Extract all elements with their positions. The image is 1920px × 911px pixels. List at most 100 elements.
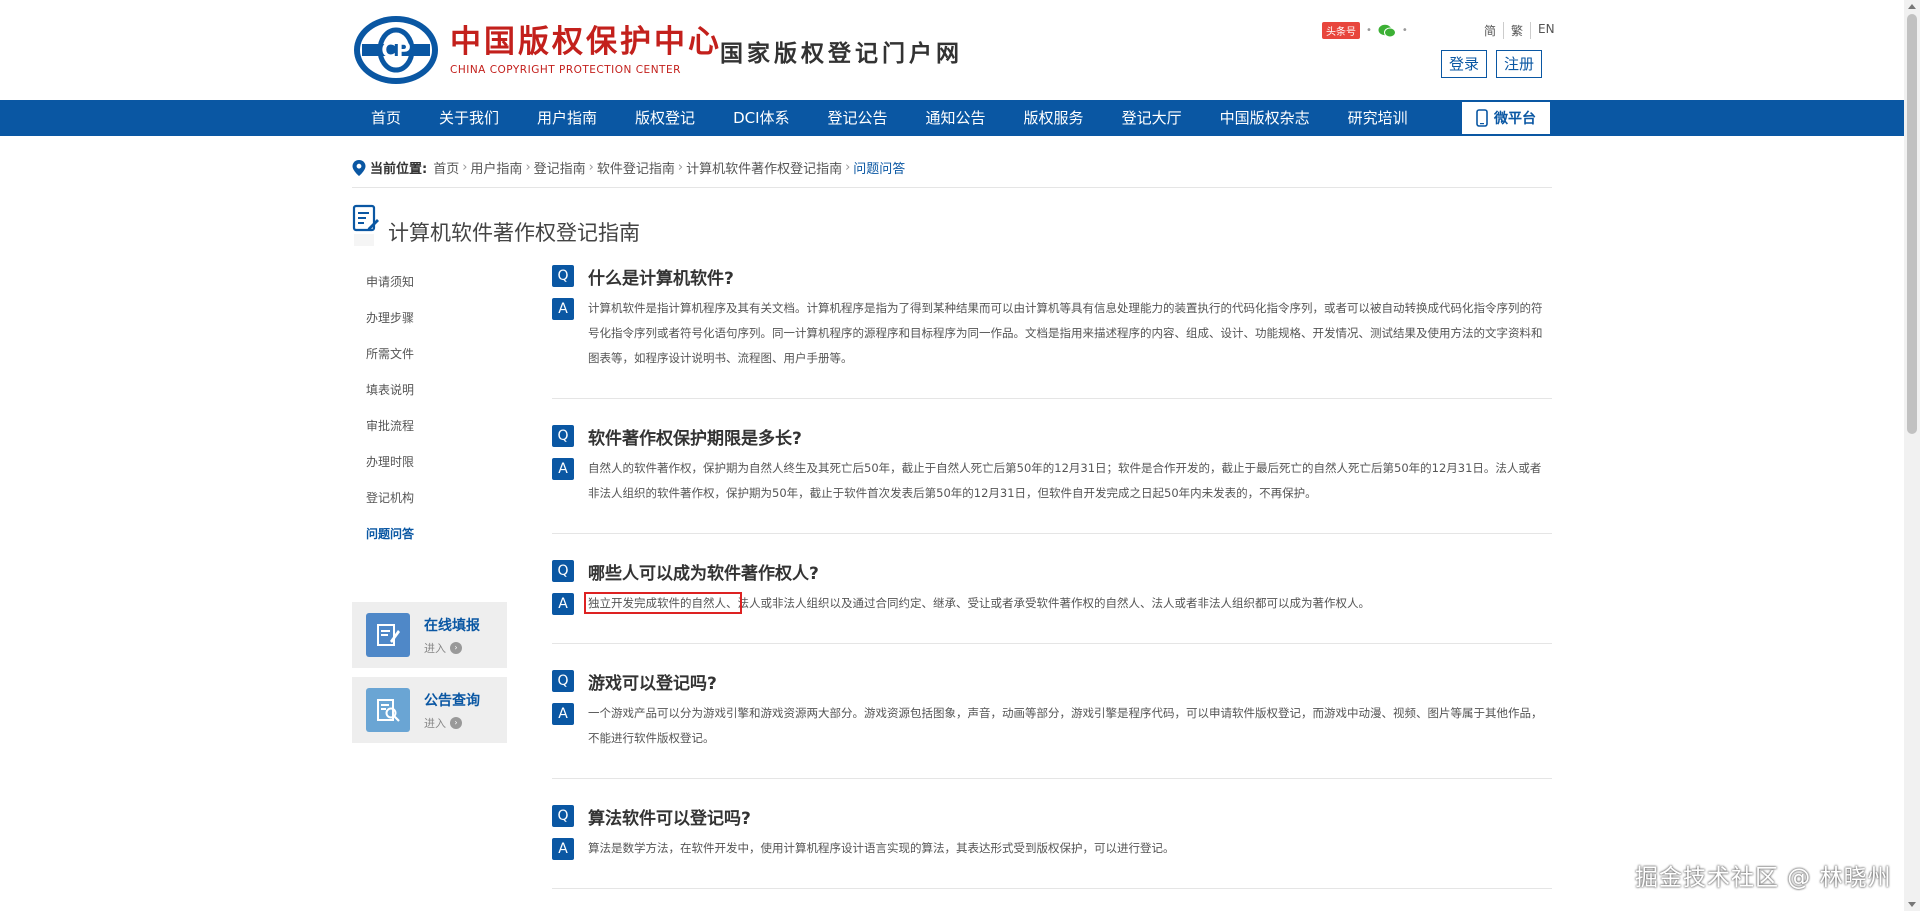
announcement-query-card[interactable]: 公告查询 进入 › (352, 677, 507, 743)
sidebar-item-approval[interactable]: 审批流程 (352, 414, 512, 450)
nav-registration[interactable]: 版权登记 (616, 100, 714, 136)
answer-text: 独立开发完成软件的自然人、法人或非法人组织以及通过合同约定、继承、受让或者承受软… (584, 591, 1552, 616)
nav-magazine[interactable]: 中国版权杂志 (1201, 100, 1329, 136)
divider (552, 888, 1552, 889)
divider (552, 398, 1552, 399)
login-button[interactable]: 登录 (1441, 50, 1488, 78)
lang-simplified[interactable]: 简 (1477, 22, 1503, 39)
chevron-right-icon: › (845, 160, 851, 175)
answer-text: 算法是数学方法，在软件开发中，使用计算机程序设计语言实现的算法，其表达形式受到版… (588, 841, 1175, 855)
question-text: 游戏可以登记吗? (588, 673, 717, 694)
sidebar-item-agencies[interactable]: 登记机构 (352, 486, 512, 522)
answer-badge: A (552, 298, 574, 320)
announcement-query-enter: 进入 (424, 716, 446, 730)
nav-services[interactable]: 版权服务 (1005, 100, 1103, 136)
divider (552, 643, 1552, 644)
qa-item: Q 软件著作权保护期限是多长? A 自然人的软件著作权，保护期为自然人终生及其死… (552, 424, 1552, 506)
main-nav: 首页 关于我们 用户指南 版权登记 DCI体系 登记公告 通知公告 版权服务 登… (0, 100, 1904, 136)
question-badge: Q (552, 805, 574, 827)
breadcrumb-software-guide[interactable]: 软件登记指南 (597, 158, 675, 177)
page: CP 中国版权保护中心 CHINA COPYRIGHT PROTECTION C… (0, 0, 1904, 911)
answer-text: 计算机软件是指计算机程序及其有关文档。计算机程序是指为了得到某种结果而可以由计算… (588, 301, 1543, 365)
answer-badge: A (552, 838, 574, 860)
lang-traditional[interactable]: 繁 (1503, 22, 1530, 39)
mobile-phone-icon (1476, 109, 1488, 127)
question-badge: Q (552, 560, 574, 582)
nav-user-guide[interactable]: 用户指南 (518, 100, 616, 136)
sidebar-item-time-limit[interactable]: 办理时限 (352, 450, 512, 486)
nav-hall[interactable]: 登记大厅 (1103, 100, 1201, 136)
cpc-logo-icon: CP (354, 16, 438, 84)
question-text: 算法软件可以登记吗? (588, 808, 751, 829)
weiping-label: 微平台 (1494, 111, 1536, 127)
nav-announcements[interactable]: 登记公告 (809, 100, 907, 136)
breadcrumb-home[interactable]: 首页 (433, 158, 459, 177)
logo-chinese-name: 中国版权保护中心 (450, 23, 722, 60)
divider (352, 187, 1552, 188)
auth-buttons: 登录 注册 (1441, 50, 1543, 78)
divider (552, 533, 1552, 534)
sidebar-item-form-guide[interactable]: 填表说明 (352, 378, 512, 414)
portal-name: 国家版权登记门户网 (720, 40, 963, 67)
qa-item: Q 什么是计算机软件? A 计算机软件是指计算机程序及其有关文档。计算机程序是指… (552, 264, 1552, 371)
register-button[interactable]: 注册 (1496, 50, 1543, 78)
breadcrumb-user-guide[interactable]: 用户指南 (470, 158, 522, 177)
page-title: 计算机软件著作权登记指南 (388, 221, 640, 245)
answer-text: 一个游戏产品可以分为游戏引擎和游戏资源两大部分。游戏资源包括图象，声音，动画等部… (588, 706, 1543, 745)
online-filing-enter: 进入 (424, 641, 446, 655)
social-links: 头条号 • • (1322, 22, 1408, 39)
question-badge: Q (552, 265, 574, 287)
breadcrumb-reg-guide[interactable]: 登记指南 (534, 158, 586, 177)
sidebar-item-notice[interactable]: 申请须知 (352, 270, 512, 306)
highlighted-answer-fragment: 独立开发完成软件的自然人、 (584, 592, 742, 614)
announcement-search-icon (366, 688, 410, 732)
header: CP 中国版权保护中心 CHINA COPYRIGHT PROTECTION C… (0, 0, 1904, 100)
question-text: 什么是计算机软件? (588, 268, 734, 289)
online-filing-icon (366, 613, 410, 657)
online-filing-card[interactable]: 在线填报 进入 › (352, 602, 507, 668)
question-text: 软件著作权保护期限是多长? (588, 428, 802, 449)
answer-badge: A (552, 593, 574, 615)
lang-english[interactable]: EN (1530, 22, 1562, 39)
svg-text:CP: CP (381, 38, 410, 62)
language-switcher: 简 繁 EN (1477, 22, 1562, 39)
qa-item: Q 算法软件可以登记吗? A 算法是数学方法，在软件开发中，使用计算机程序设计语… (552, 804, 1552, 861)
answer-text-rest: 法人或非法人组织以及通过合同约定、继承、受让或者承受软件著作权的自然人、法人或者… (737, 596, 1371, 610)
site-logo[interactable]: CP 中国版权保护中心 CHINA COPYRIGHT PROTECTION C… (352, 14, 722, 86)
scroll-up-icon[interactable] (1908, 4, 1916, 9)
question-badge: Q (552, 425, 574, 447)
breadcrumb-copyright-guide[interactable]: 计算机软件著作权登记指南 (686, 158, 842, 177)
nav-home[interactable]: 首页 (352, 100, 420, 136)
answer-badge: A (552, 703, 574, 725)
document-edit-icon (352, 204, 379, 246)
nav-dci[interactable]: DCI体系 (714, 100, 808, 136)
announcement-query-title: 公告查询 (424, 692, 480, 709)
sidebar-item-documents[interactable]: 所需文件 (352, 342, 512, 378)
arrow-right-icon: › (450, 716, 462, 729)
divider (552, 778, 1552, 779)
nav-notices[interactable]: 通知公告 (907, 100, 1005, 136)
qa-item: Q 哪些人可以成为软件著作权人? A 独立开发完成软件的自然人、法人或非法人组织… (552, 559, 1552, 616)
question-text: 哪些人可以成为软件著作权人? (588, 563, 819, 584)
breadcrumb-label: 当前位置: (370, 162, 428, 177)
dropdown-dot-icon: • (1401, 25, 1408, 36)
toutiao-link[interactable]: 头条号 (1322, 22, 1360, 39)
vertical-scrollbar[interactable] (1904, 0, 1920, 911)
nav-about[interactable]: 关于我们 (420, 100, 518, 136)
answer-badge: A (552, 458, 574, 480)
wechat-icon[interactable] (1378, 24, 1396, 38)
breadcrumb-current: 问题问答 (853, 162, 906, 177)
scrollbar-thumb[interactable] (1907, 14, 1917, 434)
nav-research[interactable]: 研究培训 (1329, 100, 1427, 136)
chevron-right-icon: › (588, 160, 594, 175)
chevron-right-icon: › (677, 160, 684, 175)
scroll-down-icon[interactable] (1908, 902, 1916, 907)
sidebar-item-faq[interactable]: 问题问答 (352, 522, 512, 558)
arrow-right-icon: › (450, 641, 462, 654)
weiping-button[interactable]: 微平台 (1462, 102, 1550, 134)
sidebar-item-steps[interactable]: 办理步骤 (352, 306, 512, 342)
watermark: 掘金技术社区 @ 林晓州 (1635, 865, 1892, 891)
question-badge: Q (552, 670, 574, 692)
chevron-right-icon: › (462, 160, 468, 175)
sidebar: 申请须知 办理步骤 所需文件 填表说明 审批流程 办理时限 登记机构 问题问答 (352, 270, 512, 558)
